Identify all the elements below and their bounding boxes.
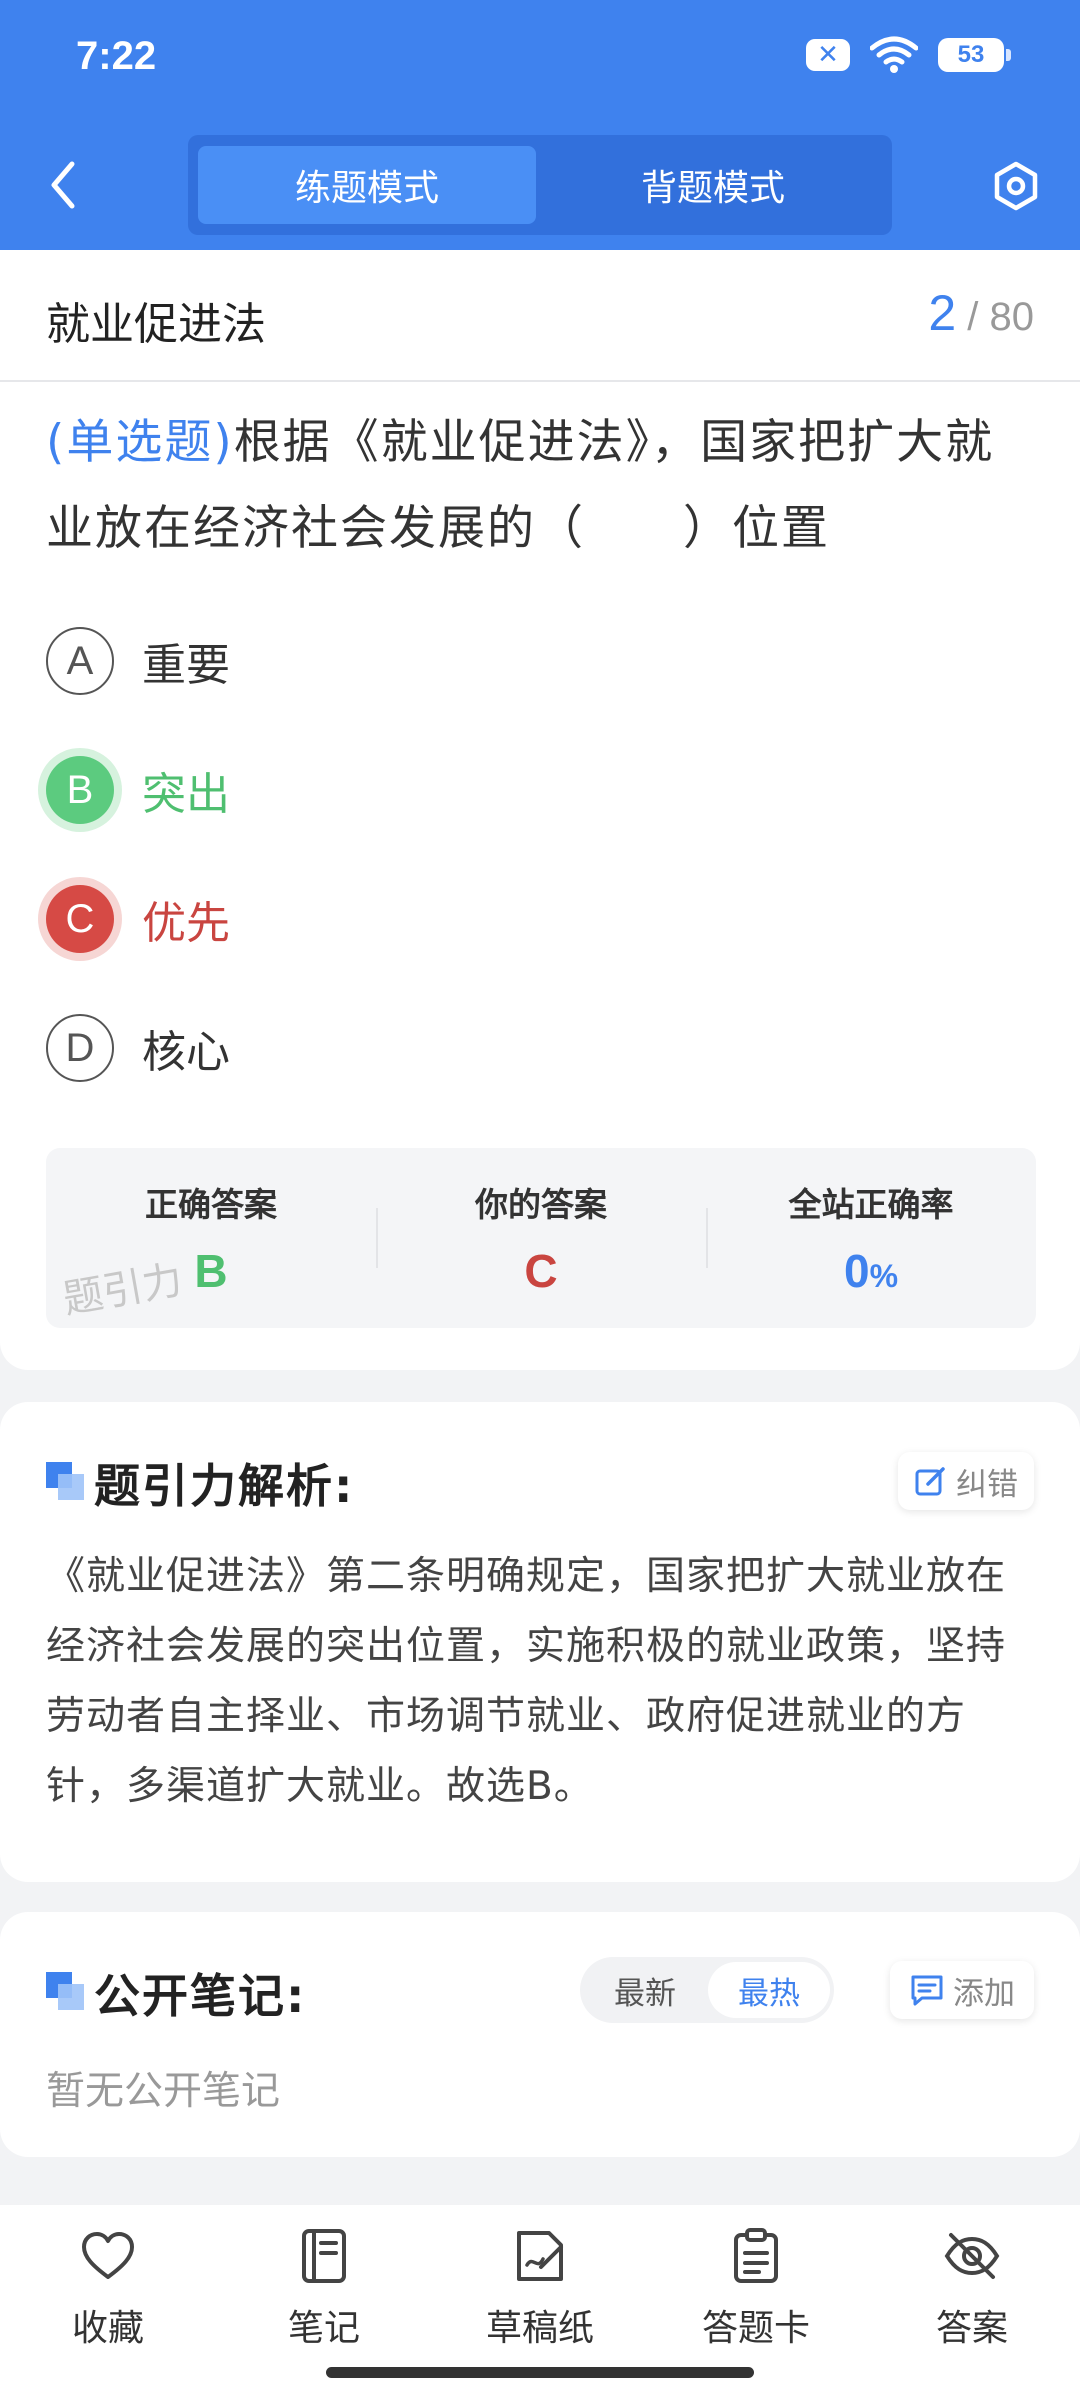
progress-separator: / bbox=[967, 295, 979, 339]
accuracy-rate-label: 全站正确率 bbox=[788, 1185, 954, 1224]
answer-summary-box: 正确答案 B 你的答案 C 全站正确率 0% 题引力 bbox=[46, 1148, 1036, 1328]
settings-hexagon-icon[interactable] bbox=[990, 160, 1042, 212]
status-icons: ✕ 53 bbox=[806, 36, 1011, 74]
tab-memorize-mode[interactable]: 背题模式 bbox=[544, 146, 882, 224]
battery-icon: 53 bbox=[938, 38, 1011, 72]
accuracy-rate-unit: % bbox=[869, 1258, 899, 1294]
your-answer-column: 你的答案 C bbox=[376, 1178, 706, 1298]
option-d[interactable]: D 核心 bbox=[46, 1012, 230, 1084]
notification-close-icon: ✕ bbox=[806, 39, 850, 71]
accuracy-rate-value: 0% bbox=[706, 1244, 1036, 1298]
option-key-circle: D bbox=[46, 1014, 114, 1082]
accuracy-rate-column: 全站正确率 0% bbox=[706, 1178, 1036, 1298]
empty-notes-text: 暂无公开笔记 bbox=[46, 2069, 281, 2114]
correct-answer-label: 正确答案 bbox=[145, 1185, 277, 1224]
edit-icon bbox=[915, 1467, 945, 1496]
nav-notes[interactable]: 笔记 bbox=[244, 2227, 404, 2351]
option-text: 突出 bbox=[142, 769, 230, 820]
nav-label: 答题卡 bbox=[701, 2308, 810, 2349]
analysis-text: 《就业促进法》第二条明确规定，国家把扩大就业放在经济社会发展的突出位置，实施积极… bbox=[46, 1554, 1007, 1809]
report-error-label: 纠错 bbox=[956, 1466, 1018, 1503]
comment-icon bbox=[911, 1975, 943, 2006]
notebook-icon bbox=[302, 2229, 346, 2283]
eye-off-icon bbox=[944, 2233, 1000, 2279]
add-note-button[interactable]: 添加 bbox=[890, 1961, 1034, 2019]
option-key-circle: C bbox=[46, 885, 114, 953]
battery-level: 53 bbox=[957, 41, 985, 68]
analysis-card: 题引力解析: 纠错 《就业促进法》第二条明确规定，国家把扩大就业放在经济社会发展… bbox=[0, 1402, 1080, 1882]
status-time: 7:22 bbox=[76, 34, 157, 78]
home-indicator[interactable] bbox=[326, 2367, 754, 2378]
question-panel: 就业促进法 2 / 80 (单选题)根据《就业促进法》，国家把扩大就业放在经济社… bbox=[0, 250, 1080, 1370]
nav-answer-sheet[interactable]: 答题卡 bbox=[676, 2227, 836, 2351]
public-notes-card: 公开笔记: 最新 最热 添加 暂无公开笔记 bbox=[0, 1912, 1080, 2157]
section-marker-icon bbox=[46, 1462, 86, 1502]
nav-label: 草稿纸 bbox=[485, 2308, 594, 2349]
top-bar: 7:22 ✕ 53 练题模式 背题模式 bbox=[0, 0, 1080, 250]
nav-label: 答案 bbox=[935, 2308, 1008, 2349]
option-text: 重要 bbox=[142, 640, 230, 691]
subject-bar: 就业促进法 2 / 80 bbox=[0, 250, 1080, 382]
question-progress: 2 / 80 bbox=[928, 284, 1034, 342]
report-error-button[interactable]: 纠错 bbox=[898, 1452, 1034, 1510]
option-key-circle: B bbox=[46, 756, 114, 824]
subject-title: 就业促进法 bbox=[46, 299, 266, 350]
nav-draft-paper[interactable]: 草稿纸 bbox=[460, 2227, 620, 2351]
answer-sheet-icon bbox=[734, 2228, 778, 2283]
question-type-label: (单选题) bbox=[46, 415, 234, 470]
option-text: 优先 bbox=[142, 898, 230, 949]
accuracy-rate-number: 0 bbox=[843, 1245, 870, 1297]
nav-label: 笔记 bbox=[287, 2308, 360, 2349]
option-b[interactable]: B 突出 bbox=[46, 754, 230, 826]
option-key-circle: A bbox=[46, 627, 114, 695]
option-a[interactable]: A 重要 bbox=[46, 625, 230, 697]
sort-latest[interactable]: 最新 bbox=[584, 1957, 706, 2023]
your-answer-label: 你的答案 bbox=[475, 1185, 607, 1224]
tab-practice-mode[interactable]: 练题模式 bbox=[198, 146, 536, 224]
notes-title: 公开笔记: bbox=[94, 1969, 307, 2023]
back-arrow-icon[interactable] bbox=[44, 158, 84, 212]
sort-hottest[interactable]: 最热 bbox=[708, 1962, 830, 2018]
question-stem: (单选题)根据《就业促进法》，国家把扩大就业放在经济社会发展的（ ）位置 bbox=[46, 400, 1036, 572]
nav-favorite[interactable]: 收藏 bbox=[28, 2227, 188, 2351]
draft-paper-icon bbox=[517, 2231, 563, 2281]
wifi-icon bbox=[870, 36, 918, 73]
total-question-count: 80 bbox=[989, 295, 1035, 339]
option-text: 核心 bbox=[142, 1027, 230, 1078]
mode-switch: 练题模式 背题模式 bbox=[188, 135, 892, 235]
section-marker-icon bbox=[46, 1972, 86, 2012]
heart-icon bbox=[82, 2232, 134, 2279]
add-note-label: 添加 bbox=[953, 1975, 1015, 2012]
analysis-title: 题引力解析: bbox=[94, 1459, 355, 1513]
nav-answer[interactable]: 答案 bbox=[892, 2227, 1052, 2351]
current-question-number: 2 bbox=[928, 285, 957, 341]
your-answer-value: C bbox=[524, 1245, 558, 1297]
notes-sort-switch: 最新 最热 bbox=[580, 1957, 834, 2023]
option-c[interactable]: C 优先 bbox=[46, 883, 230, 955]
nav-label: 收藏 bbox=[71, 2308, 144, 2349]
